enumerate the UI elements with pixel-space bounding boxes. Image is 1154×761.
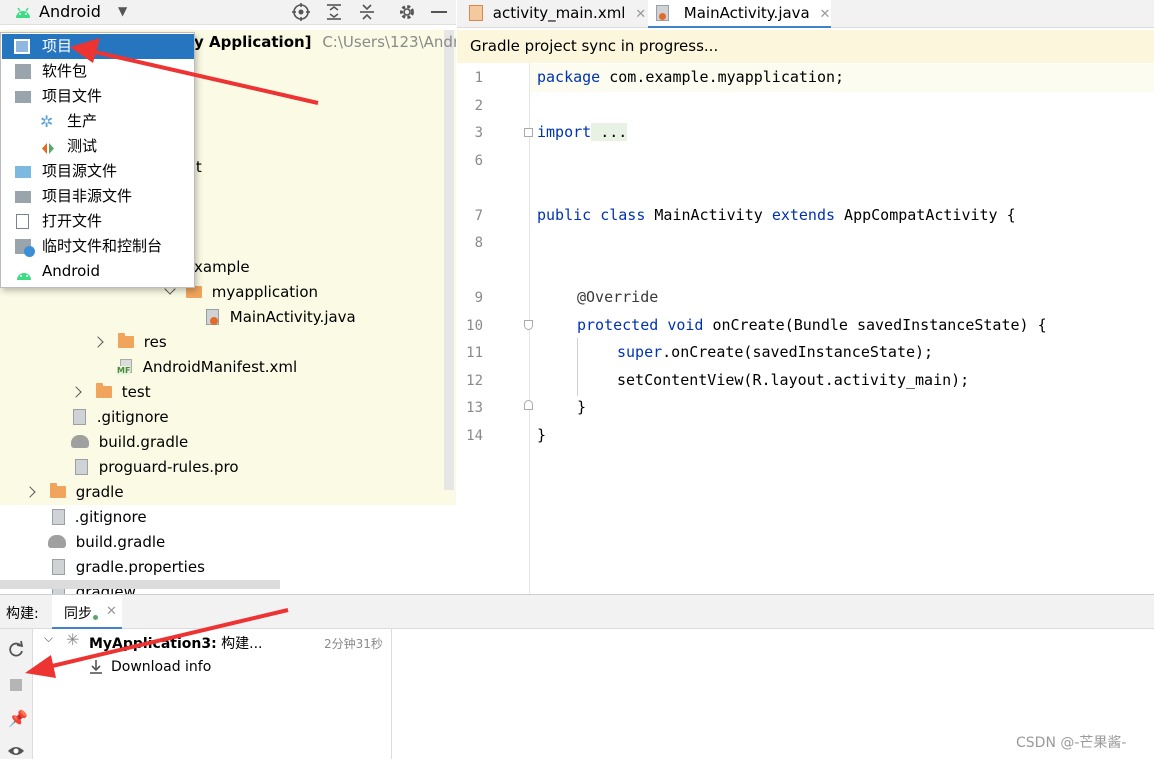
arrow-to-project-item: [70, 38, 319, 105]
arrow-to-stop-button: [25, 608, 289, 678]
annotation-arrows: [25, 38, 319, 678]
